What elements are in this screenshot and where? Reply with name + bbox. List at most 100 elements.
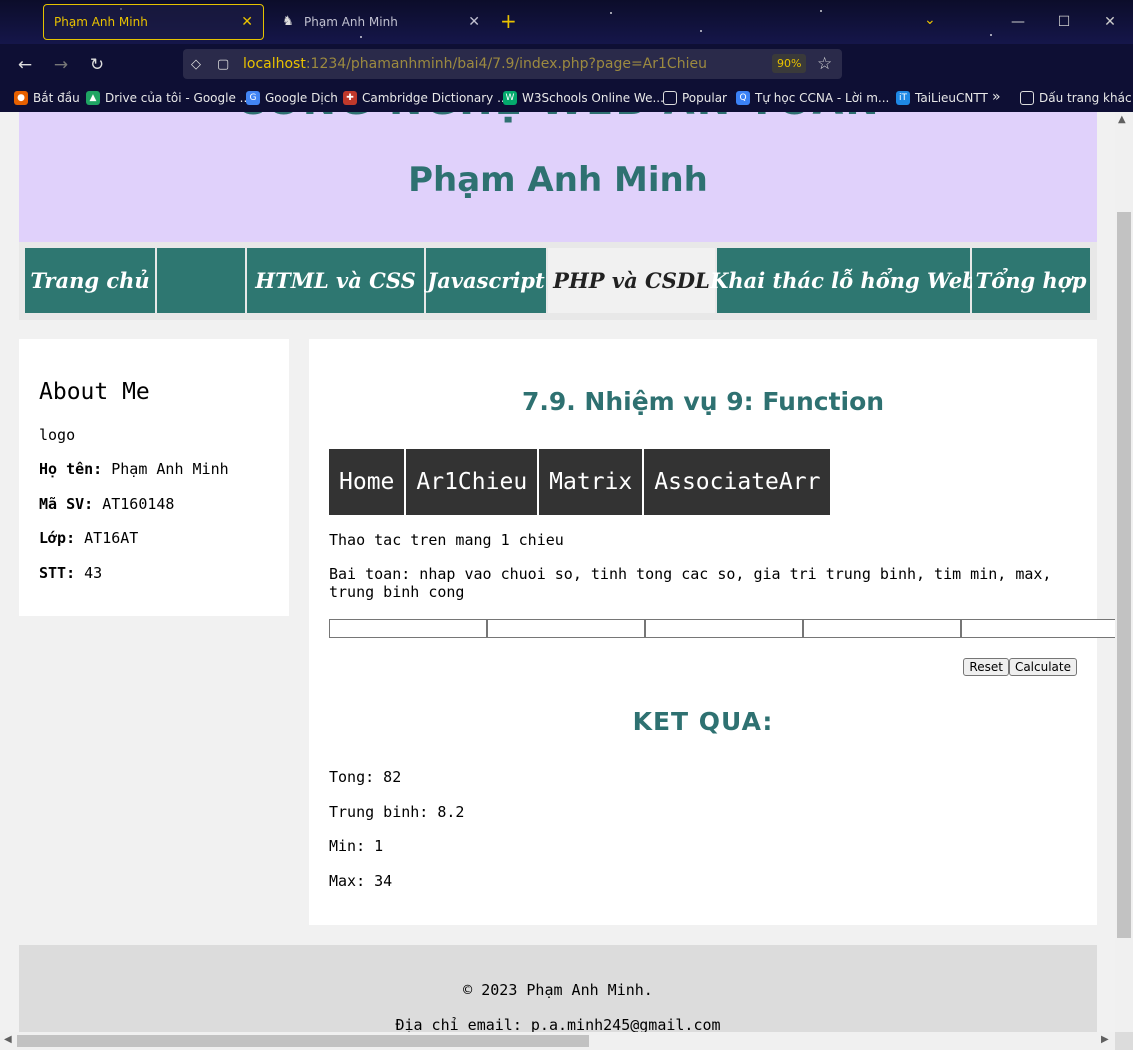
close-tab-icon[interactable]: ✕ [468,14,480,30]
tracking-shield-icon[interactable]: ◇ [191,57,207,72]
footer-email: Địa chỉ email: p.a.minh245@gmail.com [395,1016,721,1032]
name-row: Họ tên: Phạm Anh Minh [39,460,229,478]
zoom-indicator[interactable]: 90% [772,54,807,73]
class-value: AT16AT [84,529,139,547]
student-id-label: Mã SV: [39,495,94,513]
url-host: localhost [243,56,306,72]
new-tab-icon[interactable]: + [500,10,517,32]
url-bar[interactable]: ◇ ▢ localhost:1234/phamanhminh/bai4/7.9/… [183,49,842,79]
bookmark-item[interactable]: iT TaiLieuCNTT [896,91,988,105]
scrollbar-thumb[interactable] [1117,212,1131,938]
site-info-icon[interactable]: ▢ [217,57,233,72]
calculate-button[interactable]: Calculate [1008,658,1077,676]
google-translate-icon: G [246,91,260,105]
problem-description: Bai toan: nhap vao chuoi so, tinh tong c… [329,565,1052,601]
site-title: CÔNG NGHỆ WEB AN TOÀN [19,112,1097,124]
student-id-value: AT160148 [102,495,175,513]
nav-item-web-vulnerabilities[interactable]: Khai thác lỗ hổng Web [710,248,977,313]
scroll-left-icon[interactable]: ◀ [4,1034,12,1045]
result-min: Min: 1 [329,837,384,855]
nav-item-php-csdl[interactable]: PHP và CSDL [548,248,715,313]
maximize-icon[interactable]: ☐ [1041,14,1087,30]
section-intro: Thao tac tren mang 1 chieu [329,531,564,549]
student-id-row: Mã SV: AT160148 [39,495,174,513]
nav-item-empty[interactable] [157,248,245,313]
bookmarks-bar: ● Bắt đầu ▲ Drive của tôi - Google ... G Go… [0,86,1133,112]
scroll-right-icon[interactable]: ▶ [1101,1034,1109,1045]
result-title: KET QUA: [632,707,774,736]
bookmark-label: Bắt đầu [33,91,80,105]
reset-button[interactable]: Reset [963,658,1009,676]
tailieu-icon: iT [896,91,910,105]
browser-tab-active[interactable]: Phạm Anh Minh ✕ [43,4,264,40]
bookmark-folder[interactable]: Dấu trang khác [1020,91,1132,105]
result-sum: Tong: 82 [329,768,402,786]
bookmark-item[interactable]: ● Bắt đầu [14,91,80,105]
nav-item-home[interactable]: Trang chủ [25,248,155,313]
ccna-icon: Q [736,91,750,105]
star-decoration [820,10,822,12]
back-icon[interactable]: ← [14,54,36,76]
page-viewport: CÔNG NGHỆ WEB AN TOÀN Phạm Anh Minh Tran… [0,112,1115,1032]
number-inputs [329,619,1115,638]
task-title: 7.9. Nhiệm vụ 9: Function [521,387,885,416]
folder-icon [1020,91,1034,105]
bookmark-item[interactable]: Q Tự học CCNA - Lời m... [736,91,889,105]
about-me-card: About Me logo Họ tên: Phạm Anh Minh Mã S… [19,339,289,616]
google-drive-icon: ▲ [86,91,100,105]
minimize-icon[interactable]: — [995,14,1041,30]
number-input-5[interactable] [961,619,1115,638]
url-path: :1234/phamanhminh/bai4/7.9/index.php?pag… [305,56,707,72]
number-input-2[interactable] [487,619,645,638]
about-me-title: About Me [39,379,150,405]
bookmark-label: TaiLieuCNTT [915,91,988,105]
main-content: 7.9. Nhiệm vụ 9: Function Home Ar1Chieu … [309,339,1115,925]
tab-title: Phạm Anh Minh [54,15,148,29]
main-navigation: Trang chủ HTML và CSS Javascript PHP và … [19,242,1097,320]
firefox-icon: ● [14,91,28,105]
stt-value: 43 [84,564,103,582]
form-buttons: Reset Calculate [963,658,1077,676]
number-input-3[interactable] [645,619,803,638]
number-input-1[interactable] [329,619,487,638]
bookmark-item[interactable]: G Google Dịch [246,91,338,105]
sub-navigation: Home Ar1Chieu Matrix AssociateArr [329,449,832,515]
bookmark-item[interactable]: W W3Schools Online We... [503,91,664,105]
bookmark-item[interactable]: ✚ Cambridge Dictionary ... [343,91,509,105]
bookmark-label: Popular [682,91,727,105]
bookmark-label: Google Dịch [265,91,338,105]
browser-tab[interactable]: ♞ Phạm Anh Minh ✕ [270,4,490,40]
class-row: Lớp: AT16AT [39,529,138,547]
nav-item-summary[interactable]: Tổng hợp [972,248,1090,313]
reload-icon[interactable]: ↻ [86,54,108,76]
close-tab-icon[interactable]: ✕ [241,14,253,30]
subnav-ar1chieu[interactable]: Ar1Chieu [406,449,538,515]
w3schools-icon: W [503,91,517,105]
bookmark-item[interactable]: ▲ Drive của tôi - Google ... [86,91,251,105]
stt-row: STT: 43 [39,564,102,582]
vertical-scrollbar[interactable]: ▲ [1115,112,1133,1050]
nav-item-javascript[interactable]: Javascript [426,248,546,313]
close-window-icon[interactable]: ✕ [1087,14,1133,30]
list-all-tabs-icon[interactable]: ⌄ [924,12,936,28]
stt-label: STT: [39,564,76,582]
number-input-4[interactable] [803,619,961,638]
scroll-up-icon[interactable]: ▲ [1118,114,1126,125]
star-decoration [610,12,612,14]
site-header: CÔNG NGHỆ WEB AN TOÀN Phạm Anh Minh [19,112,1097,242]
result-average: Trung binh: 8.2 [329,803,465,821]
bookmark-star-icon[interactable]: ☆ [817,54,832,74]
bookmark-folder[interactable]: Popular [663,91,727,105]
name-value: Phạm Anh Minh [111,460,229,478]
scrollbar-thumb[interactable] [17,1035,589,1047]
subnav-matrix[interactable]: Matrix [539,449,643,515]
subnav-associatearr[interactable]: AssociateArr [644,449,831,515]
bookmark-label: Drive của tôi - Google ... [105,91,252,105]
nav-item-html-css[interactable]: HTML và CSS [247,248,424,313]
forward-icon[interactable]: → [50,54,72,76]
star-decoration [700,30,702,32]
subnav-home[interactable]: Home [329,449,405,515]
more-bookmarks-icon[interactable]: » [992,89,1001,105]
horizontal-scrollbar[interactable]: ◀ ▶ [0,1032,1115,1050]
site-footer: © 2023 Phạm Anh Minh. Địa chỉ email: p.a… [19,945,1097,1032]
